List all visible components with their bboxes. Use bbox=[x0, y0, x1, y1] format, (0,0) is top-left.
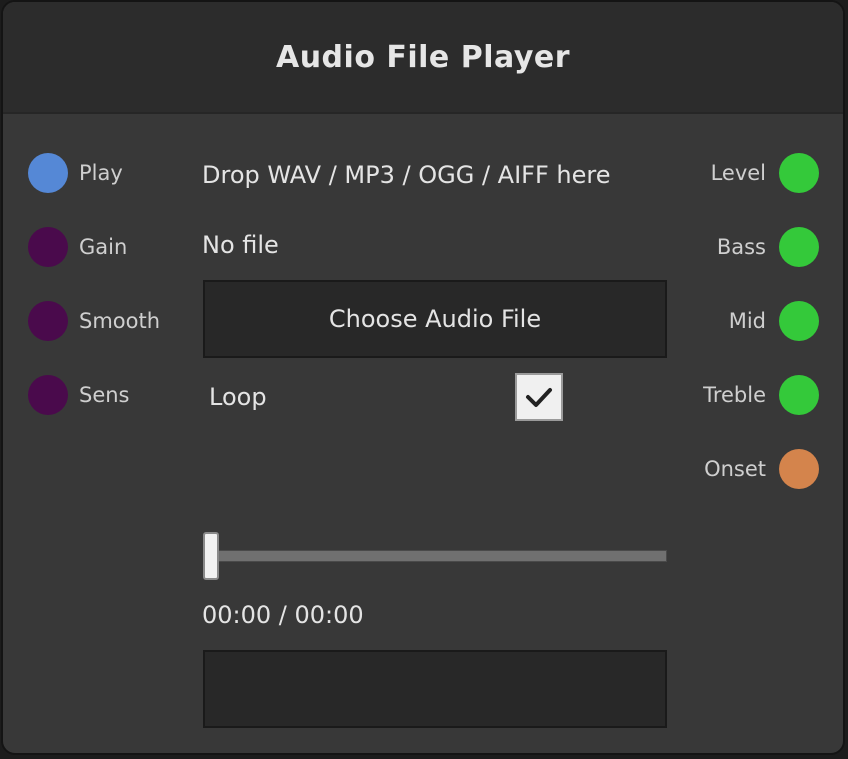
treble-port-label: Treble bbox=[703, 383, 766, 407]
level-port-dot[interactable] bbox=[779, 153, 819, 193]
mid-port-label: Mid bbox=[728, 309, 766, 333]
seek-slider-track[interactable] bbox=[215, 550, 667, 562]
drop-zone-hint[interactable]: Drop WAV / MP3 / OGG / AIFF here bbox=[202, 161, 610, 189]
audio-file-player-node[interactable]: Audio File Player Play Gain Smooth Sens … bbox=[1, 0, 845, 755]
gain-port-label: Gain bbox=[79, 235, 128, 259]
output-port-level[interactable]: Level bbox=[711, 153, 819, 193]
smooth-port-dot[interactable] bbox=[28, 301, 68, 341]
output-port-onset[interactable]: Onset bbox=[704, 449, 819, 489]
waveform-display bbox=[203, 650, 667, 728]
file-status: No file bbox=[202, 231, 279, 259]
node-title: Audio File Player bbox=[275, 39, 571, 75]
time-readout: 00:00 / 00:00 bbox=[202, 601, 364, 629]
sens-port-label: Sens bbox=[79, 383, 130, 407]
loop-checkbox[interactable] bbox=[515, 373, 563, 421]
gain-port-dot[interactable] bbox=[28, 227, 68, 267]
input-port-smooth[interactable]: Smooth bbox=[28, 301, 160, 341]
play-port-dot[interactable] bbox=[28, 153, 68, 193]
level-port-label: Level bbox=[710, 161, 766, 185]
smooth-port-label: Smooth bbox=[79, 309, 161, 333]
input-port-gain[interactable]: Gain bbox=[28, 227, 127, 267]
choose-audio-file-button[interactable]: Choose Audio File bbox=[203, 280, 667, 358]
bass-port-label: Bass bbox=[716, 235, 766, 259]
treble-port-dot[interactable] bbox=[779, 375, 819, 415]
seek-slider-thumb[interactable] bbox=[203, 532, 219, 580]
input-port-play[interactable]: Play bbox=[28, 153, 123, 193]
loop-label: Loop bbox=[209, 383, 267, 411]
checkmark-icon bbox=[526, 388, 552, 407]
onset-port-label: Onset bbox=[704, 457, 766, 481]
output-port-treble[interactable]: Treble bbox=[703, 375, 819, 415]
onset-port-dot[interactable] bbox=[779, 449, 819, 489]
play-port-label: Play bbox=[79, 161, 123, 185]
node-header[interactable]: Audio File Player bbox=[3, 2, 843, 114]
bass-port-dot[interactable] bbox=[779, 227, 819, 267]
output-port-mid[interactable]: Mid bbox=[729, 301, 819, 341]
sens-port-dot[interactable] bbox=[28, 375, 68, 415]
mid-port-dot[interactable] bbox=[779, 301, 819, 341]
output-port-bass[interactable]: Bass bbox=[717, 227, 819, 267]
input-port-sens[interactable]: Sens bbox=[28, 375, 130, 415]
